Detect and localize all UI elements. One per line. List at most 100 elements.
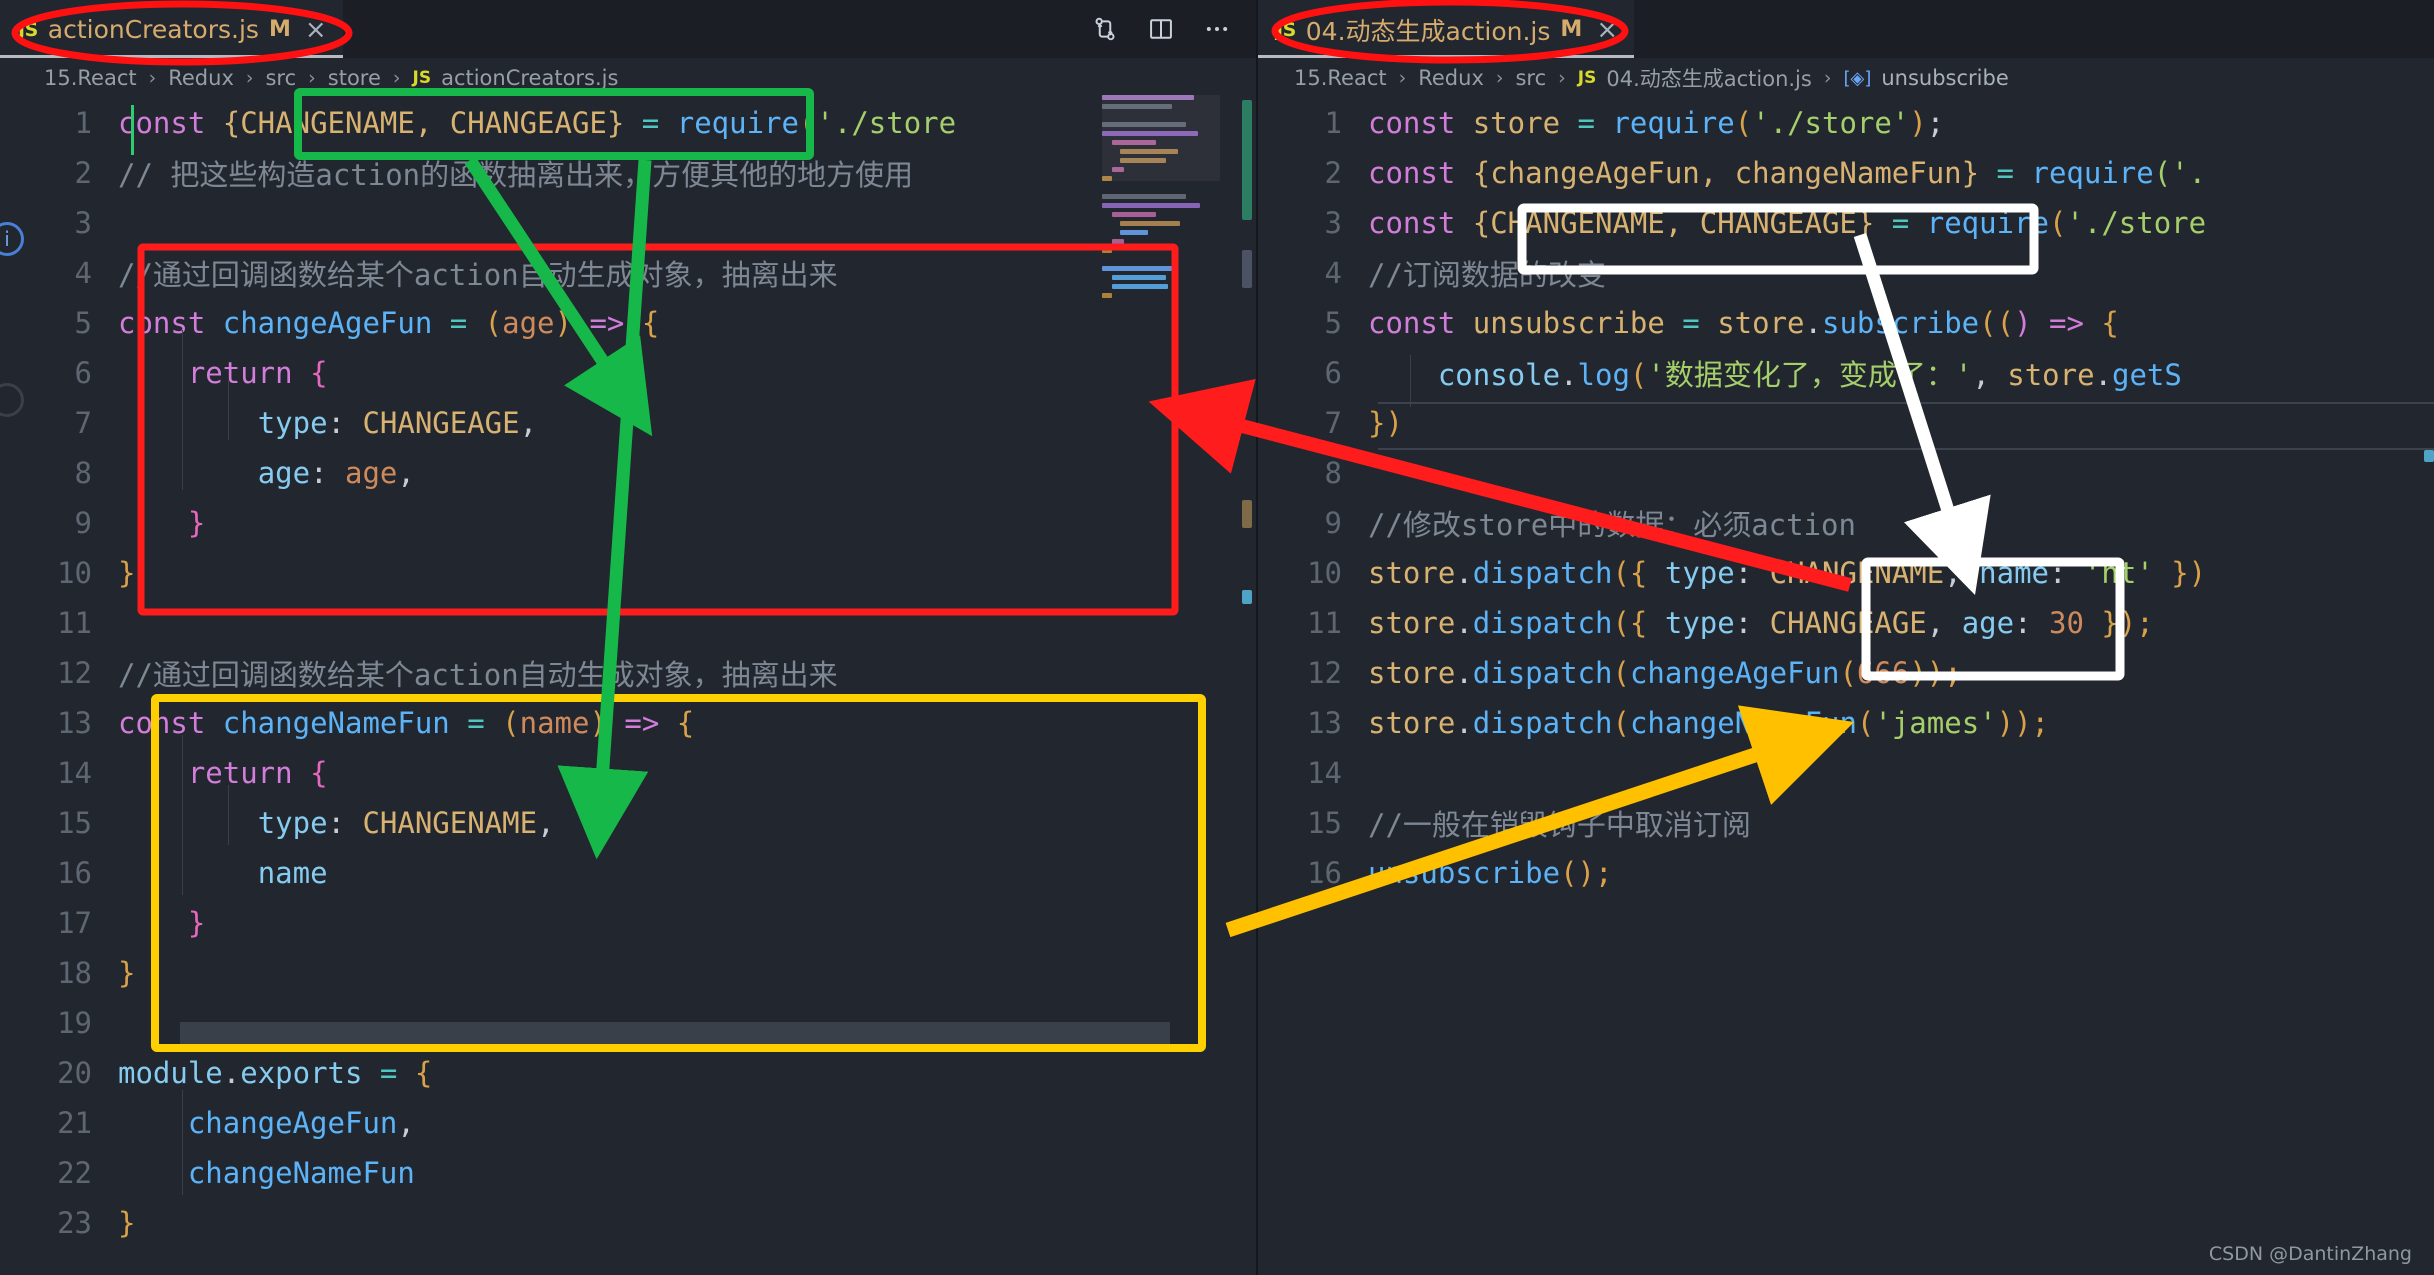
code-line[interactable]: 10store.dispatch({ type: CHANGENAME, nam… (1258, 548, 2434, 598)
line-number: 3 (1258, 206, 1368, 240)
code-line[interactable]: 12store.dispatch(changeAgeFun(666)); (1258, 648, 2434, 698)
code-line[interactable]: 11store.dispatch({ type: CHANGEAGE, age:… (1258, 598, 2434, 648)
code-token: . (1455, 556, 1472, 590)
code-token: { (642, 306, 659, 340)
code-line[interactable]: 21 changeAgeFun, (0, 1098, 1258, 1148)
code-line[interactable]: 6 return { (0, 348, 1258, 398)
code-token: , (537, 806, 554, 840)
left-code-area[interactable]: 1const {CHANGENAME, CHANGEAGE} = require… (0, 98, 1258, 1248)
scrollbar-decoration-blue (2424, 450, 2434, 462)
close-icon[interactable]: × (1596, 17, 1618, 43)
code-line[interactable]: 18} (0, 948, 1258, 998)
code-line[interactable]: 6 console.log('数据变化了，变成了：', store.getS (1258, 348, 2434, 398)
right-breadcrumb[interactable]: 15.React›Redux›src›JS04.动态生成action.js›[◈… (1258, 58, 2434, 98)
code-token: => (607, 706, 677, 740)
line-number: 23 (0, 1206, 118, 1240)
code-token: age (502, 306, 554, 340)
breadcrumb-item[interactable]: src (1515, 66, 1546, 90)
code-line[interactable]: 4//订阅数据的改变 (1258, 248, 2434, 298)
code-token: type (1665, 606, 1735, 640)
line-content: type: CHANGENAME, (118, 806, 555, 840)
breadcrumb-item[interactable]: 04.动态生成action.js (1606, 63, 1812, 93)
code-line[interactable]: 15//一般在销毁钩子中取消订阅 (1258, 798, 2434, 848)
code-line[interactable]: 22 changeNameFun (0, 1148, 1258, 1198)
code-token: = (450, 706, 502, 740)
code-line[interactable]: 17 } (0, 898, 1258, 948)
right-code-area[interactable]: 1const store = require('./store');2const… (1258, 98, 2434, 898)
code-token: = (362, 1056, 414, 1090)
code-line[interactable]: 2// 把这些构造action的函数抽离出来，方便其他的地方使用 (0, 148, 1258, 198)
code-token: store (1368, 706, 1455, 740)
code-token: = (1979, 156, 2031, 190)
line-19-selection (180, 1022, 1170, 1044)
code-line[interactable]: 5const changeAgeFun = (age) => { (0, 298, 1258, 348)
code-line[interactable]: 16 name (0, 848, 1258, 898)
breadcrumb-item[interactable]: Redux (1418, 66, 1484, 90)
tab-dynamic-action-js[interactable]: JS 04.动态生成action.js M × (1258, 0, 1634, 58)
breadcrumb-item[interactable]: actionCreators.js (441, 66, 618, 90)
code-line[interactable]: 3 (0, 198, 1258, 248)
code-line[interactable]: 12//通过回调函数给某个action自动生成对象，抽离出来 (0, 648, 1258, 698)
split-compare-icon[interactable] (1090, 14, 1120, 44)
code-token: {CHANGENAME, CHANGEAGE} (223, 106, 625, 140)
code-line[interactable]: 8 age: age, (0, 448, 1258, 498)
more-actions-icon[interactable] (1202, 14, 1232, 44)
breadcrumb-separator: › (1558, 67, 1566, 89)
code-token: ) => (2014, 306, 2101, 340)
tab-modified-indicator: M (1560, 17, 1582, 42)
code-line[interactable]: 2const {changeAgeFun, changeNameFun} = r… (1258, 148, 2434, 198)
code-token: ( (1630, 358, 1647, 392)
code-line[interactable]: 16unsubscribe(); (1258, 848, 2434, 898)
scrollbar-thumb[interactable] (1242, 250, 1252, 288)
code-line[interactable]: 3const {CHANGENAME, CHANGEAGE} = require… (1258, 198, 2434, 248)
breadcrumb-separator: › (149, 67, 157, 89)
code-line[interactable]: 1const store = require('./store'); (1258, 98, 2434, 148)
breadcrumb-separator: › (1824, 67, 1832, 89)
code-line[interactable]: 7 type: CHANGEAGE, (0, 398, 1258, 448)
breadcrumb-item[interactable]: Redux (168, 66, 234, 90)
code-line[interactable]: 13store.dispatch(changeNameFun('james'))… (1258, 698, 2434, 748)
left-breadcrumb[interactable]: 15.React›Redux›src›store›JSactionCreator… (0, 58, 1258, 98)
breadcrumb-item[interactable]: 15.React (1294, 66, 1387, 90)
code-line[interactable]: 20module.exports = { (0, 1048, 1258, 1098)
code-line[interactable]: 14 (1258, 748, 2434, 798)
code-token: name (1979, 556, 2049, 590)
tab-actionCreators-js[interactable]: JS actionCreators.js M × (0, 0, 343, 58)
code-line[interactable]: 1const {CHANGENAME, CHANGEAGE} = require… (0, 98, 1258, 148)
code-line[interactable]: 10} (0, 548, 1258, 598)
minimap[interactable] (1102, 95, 1220, 375)
line-content: return { (118, 756, 328, 790)
js-file-icon: JS (1276, 19, 1296, 41)
minimap-slider[interactable] (1102, 95, 1220, 181)
editor-actions (1064, 0, 1258, 58)
code-line[interactable]: 11 (0, 598, 1258, 648)
line-content: } (118, 506, 205, 540)
breadcrumb-item[interactable]: src (265, 66, 296, 90)
close-icon[interactable]: × (305, 17, 327, 43)
code-token: ('. (2154, 156, 2206, 190)
code-line[interactable]: 15 type: CHANGENAME, (0, 798, 1258, 848)
code-line[interactable]: 14 return { (0, 748, 1258, 798)
line-number: 2 (1258, 156, 1368, 190)
line-number: 15 (1258, 806, 1368, 840)
breadcrumb-item[interactable]: 15.React (44, 66, 137, 90)
code-token: {CHANGENAME, CHANGEAGE} (1473, 206, 1875, 240)
breadcrumb-item[interactable]: store (328, 66, 381, 90)
code-token: age (1962, 606, 2014, 640)
code-line[interactable]: 8 (1258, 448, 2434, 498)
code-line[interactable]: 23} (0, 1198, 1258, 1248)
code-line[interactable]: 5const unsubscribe = store.subscribe(() … (1258, 298, 2434, 348)
code-token: : (310, 456, 345, 490)
line-content: const {CHANGENAME, CHANGEAGE} = require(… (118, 106, 956, 140)
line-content: store.dispatch({ type: CHANGEAGE, age: 3… (1368, 606, 2154, 640)
code-token: CHANGENAME (362, 806, 537, 840)
code-line[interactable]: 9 } (0, 498, 1258, 548)
code-line[interactable]: 4//通过回调函数给某个action自动生成对象，抽离出来 (0, 248, 1258, 298)
line-number: 7 (1258, 406, 1368, 440)
code-token: ( (1857, 706, 1874, 740)
breadcrumb-item[interactable]: unsubscribe (1881, 66, 2008, 90)
line-content: type: CHANGEAGE, (118, 406, 537, 440)
code-line[interactable]: 13const changeNameFun = (name) => { (0, 698, 1258, 748)
code-line[interactable]: 9//修改store中的数据：必须action (1258, 498, 2434, 548)
split-editor-icon[interactable] (1146, 14, 1176, 44)
